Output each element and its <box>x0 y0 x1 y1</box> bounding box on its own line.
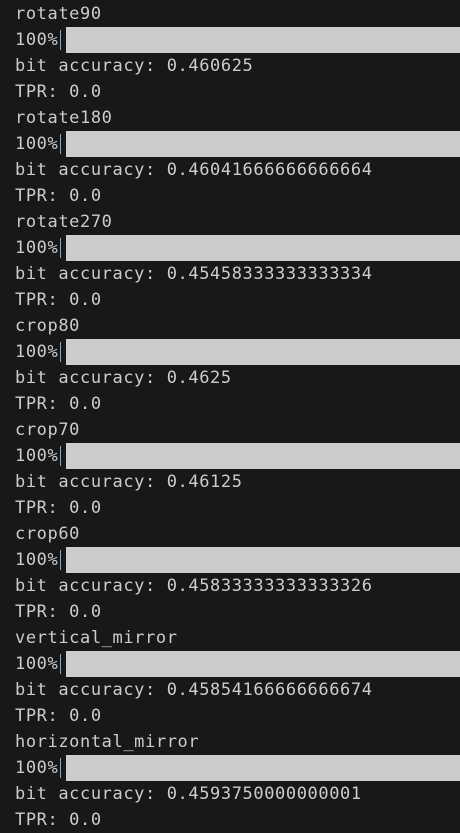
bit-accuracy: bit accuracy: 0.460625 <box>15 56 254 76</box>
progress-separator <box>60 550 62 570</box>
progress-fill <box>66 443 460 469</box>
progress-separator <box>60 342 62 362</box>
progress-percent: 100% <box>15 758 59 778</box>
progress-bar: 100% <box>15 443 460 469</box>
bit-accuracy: bit accuracy: 0.4625 <box>15 368 232 388</box>
progress-bar: 100% <box>15 27 460 53</box>
tpr: TPR: 0.0 <box>15 82 102 102</box>
bit-accuracy: bit accuracy: 0.4593750000000001 <box>15 784 362 804</box>
progress-track <box>66 27 460 53</box>
attack-name: rotate270 <box>15 212 113 232</box>
tpr: TPR: 0.0 <box>15 498 102 518</box>
attack-name: crop60 <box>15 524 81 544</box>
progress-percent: 100% <box>15 134 59 154</box>
progress-separator <box>60 134 62 154</box>
terminal-output: rotate90 100% bit accuracy: 0.460625 TPR: 0… <box>15 1 460 833</box>
progress-separator <box>60 446 62 466</box>
progress-track <box>66 755 460 781</box>
progress-fill <box>66 651 460 677</box>
progress-percent: 100% <box>15 342 59 362</box>
progress-track <box>66 131 460 157</box>
progress-bar: 100% <box>15 339 460 365</box>
progress-track <box>66 651 460 677</box>
progress-fill <box>66 131 460 157</box>
bit-accuracy: bit accuracy: 0.45854166666666674 <box>15 680 373 700</box>
attack-name: crop80 <box>15 316 81 336</box>
progress-track <box>66 235 460 261</box>
attack-name: horizontal_mirror <box>15 732 200 752</box>
tpr: TPR: 0.0 <box>15 810 102 830</box>
tpr: TPR: 0.0 <box>15 602 102 622</box>
tpr: TPR: 0.0 <box>15 290 102 310</box>
progress-percent: 100% <box>15 238 59 258</box>
progress-separator <box>60 30 62 50</box>
tpr: TPR: 0.0 <box>15 394 102 414</box>
tpr: TPR: 0.0 <box>15 706 102 726</box>
progress-bar: 100% <box>15 235 460 261</box>
progress-fill <box>66 339 460 365</box>
progress-percent: 100% <box>15 654 59 674</box>
progress-track <box>66 339 460 365</box>
progress-bar: 100% <box>15 131 460 157</box>
progress-separator <box>60 238 62 258</box>
progress-bar: 100% <box>15 755 460 781</box>
progress-separator <box>60 758 62 778</box>
bit-accuracy: bit accuracy: 0.46125 <box>15 472 243 492</box>
attack-name: crop70 <box>15 420 81 440</box>
bit-accuracy: bit accuracy: 0.45833333333333326 <box>15 576 373 596</box>
attack-name: vertical_mirror <box>15 628 178 648</box>
progress-fill <box>66 235 460 261</box>
bit-accuracy: bit accuracy: 0.46041666666666664 <box>15 160 373 180</box>
progress-track <box>66 443 460 469</box>
attack-name: rotate180 <box>15 108 113 128</box>
tpr: TPR: 0.0 <box>15 186 102 206</box>
progress-bar: 100% <box>15 651 460 677</box>
progress-fill <box>66 547 460 573</box>
bit-accuracy: bit accuracy: 0.45458333333333334 <box>15 264 373 284</box>
progress-bar: 100% <box>15 547 460 573</box>
progress-percent: 100% <box>15 550 59 570</box>
progress-fill <box>66 27 460 53</box>
progress-percent: 100% <box>15 30 59 50</box>
attack-name: rotate90 <box>15 4 102 24</box>
progress-fill <box>66 755 460 781</box>
progress-percent: 100% <box>15 446 59 466</box>
progress-separator <box>60 654 62 674</box>
progress-track <box>66 547 460 573</box>
